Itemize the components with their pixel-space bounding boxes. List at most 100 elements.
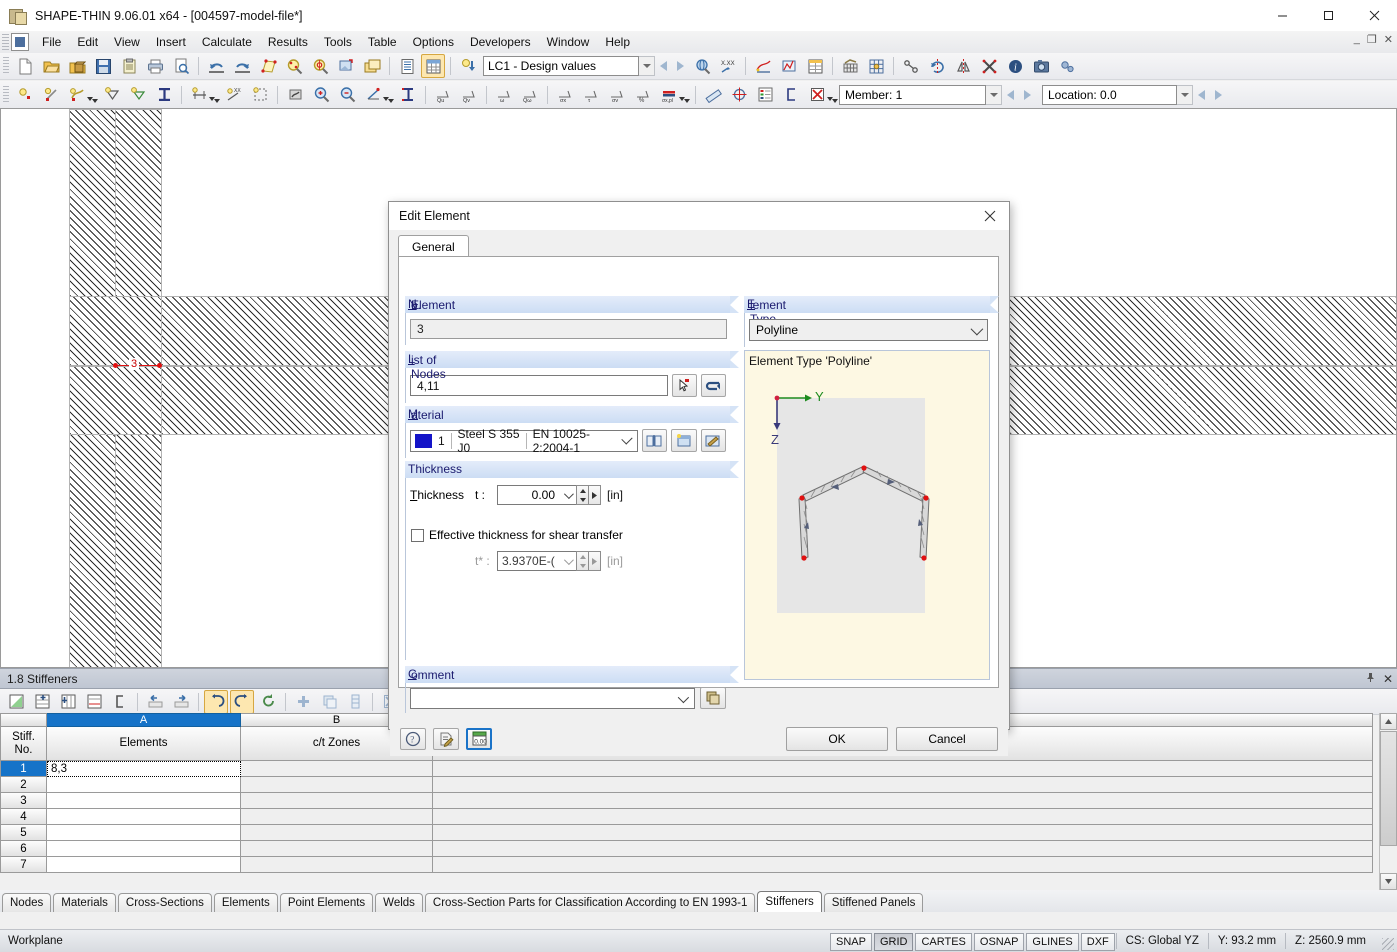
table-row[interactable]: 7 <box>0 857 1397 873</box>
tab-elements[interactable]: Elements <box>213 893 278 912</box>
table-row[interactable]: 3 <box>0 793 1397 809</box>
new-element-alt-icon[interactable] <box>126 83 150 107</box>
ok-button[interactable]: OK <box>786 726 888 751</box>
row-number[interactable]: 2 <box>0 777 47 793</box>
effective-thickness-more-button[interactable] <box>589 551 601 571</box>
stress-ratio-icon[interactable]: % <box>631 83 655 107</box>
cell-comment[interactable] <box>433 857 1373 873</box>
table-row[interactable]: 2 <box>0 777 1397 793</box>
stress-distribution-icon[interactable] <box>777 54 801 78</box>
legend-icon[interactable] <box>753 83 777 107</box>
edit-material-icon[interactable] <box>700 429 727 452</box>
tab-cross-section-parts[interactable]: Cross-Section Parts for Classification A… <box>424 893 756 912</box>
tab-welds[interactable]: Welds <box>375 893 423 912</box>
cell-elements[interactable] <box>47 857 241 873</box>
print-icon[interactable] <box>143 54 167 78</box>
grid-column-letter-a[interactable]: A <box>47 713 241 727</box>
thickness-up-arrow[interactable] <box>577 486 588 495</box>
menu-window[interactable]: Window <box>539 32 598 52</box>
comment-input[interactable] <box>410 687 695 709</box>
comment-dropdown-chevron-icon[interactable] <box>677 691 690 703</box>
settings-gears-icon[interactable] <box>1055 54 1079 78</box>
menu-help[interactable]: Help <box>597 32 638 52</box>
insert-row-icon[interactable] <box>30 690 54 714</box>
print-preview-icon[interactable] <box>169 54 193 78</box>
cell-ct-zones[interactable] <box>241 793 433 809</box>
document-icon[interactable] <box>11 33 29 51</box>
material-dropdown-chevron-icon[interactable] <box>621 433 634 445</box>
new-element-icon[interactable] <box>100 83 124 107</box>
duplicate-row-icon[interactable] <box>317 690 341 714</box>
material-library-icon[interactable] <box>641 429 668 452</box>
row-number[interactable]: 3 <box>0 793 47 809</box>
redo-table-icon[interactable] <box>230 689 254 714</box>
i-section-icon[interactable] <box>152 83 176 107</box>
new-polyline-dropdown[interactable] <box>90 81 99 109</box>
prev-load-case-icon[interactable] <box>655 56 672 76</box>
measure-dropdown[interactable] <box>386 81 395 109</box>
folder-window-icon[interactable] <box>360 54 384 78</box>
status-toggle-dxf[interactable]: DXF <box>1080 933 1115 951</box>
new-file-icon[interactable] <box>13 54 37 78</box>
location-prev-icon[interactable] <box>1193 85 1210 105</box>
secondary-toolbar-grip[interactable] <box>3 85 9 104</box>
effective-thickness-up-arrow[interactable] <box>577 552 588 561</box>
refresh-table-icon[interactable] <box>256 690 280 714</box>
thickness-more-button[interactable] <box>589 485 601 505</box>
row-number[interactable]: 4 <box>0 809 47 825</box>
table-results-icon[interactable] <box>803 54 827 78</box>
table-row[interactable]: 5 <box>0 825 1397 841</box>
status-toggle-snap[interactable]: SNAP <box>830 933 872 951</box>
open-package-icon[interactable] <box>65 54 89 78</box>
insert-column-icon[interactable] <box>56 690 80 714</box>
stress-sigma-x-icon[interactable]: σx <box>553 83 577 107</box>
menu-options[interactable]: Options <box>405 32 462 52</box>
new-polyline-icon[interactable] <box>65 83 93 107</box>
redo-icon[interactable] <box>230 54 254 78</box>
status-toggle-grid[interactable]: GRID <box>873 933 914 951</box>
zoom-target-icon[interactable] <box>308 54 332 78</box>
scroll-down-button[interactable] <box>1380 873 1397 890</box>
mirror-icon[interactable] <box>951 54 975 78</box>
bracket-icon[interactable] <box>779 83 803 107</box>
close-button[interactable] <box>1351 0 1397 31</box>
thickness-value[interactable]: 0.00 <box>497 485 559 505</box>
effective-thickness-value[interactable]: 3.9370E-( <box>497 551 559 571</box>
list-of-nodes-input[interactable]: 4,11 <box>410 375 668 396</box>
menu-edit[interactable]: Edit <box>69 32 106 52</box>
tab-point-elements[interactable]: Point Elements <box>279 893 374 912</box>
apply-selection-icon[interactable] <box>700 374 726 397</box>
tab-stiffened-panels[interactable]: Stiffened Panels <box>823 893 924 912</box>
pan-view-icon[interactable] <box>283 83 307 107</box>
move-right-icon[interactable] <box>169 690 193 714</box>
status-toggle-glines[interactable]: GLINES <box>1026 933 1079 951</box>
toolbar-grip[interactable] <box>3 57 9 75</box>
cell-elements[interactable] <box>47 825 241 841</box>
member-prev-icon[interactable] <box>1002 85 1019 105</box>
menu-calculate[interactable]: Calculate <box>194 32 260 52</box>
cell-ct-zones[interactable] <box>241 777 433 793</box>
row-number[interactable]: 1 <box>0 761 47 777</box>
element-type-combo[interactable]: Polyline <box>749 319 988 341</box>
member-next-icon[interactable] <box>1019 85 1036 105</box>
menu-tools[interactable]: Tools <box>316 32 360 52</box>
edit-shape-icon[interactable] <box>256 54 280 78</box>
cancel-button[interactable]: Cancel <box>896 726 998 751</box>
undo-icon[interactable] <box>204 54 228 78</box>
table-panel-close-icon[interactable]: ✕ <box>1379 672 1397 686</box>
tab-nodes[interactable]: Nodes <box>2 893 52 912</box>
menu-developers[interactable]: Developers <box>462 32 539 52</box>
load-case-dropdown-arrow[interactable] <box>639 56 655 76</box>
open-file-icon[interactable] <box>39 54 63 78</box>
row-number[interactable]: 5 <box>0 825 47 841</box>
element-no-input[interactable]: 3 <box>410 319 727 339</box>
tab-materials[interactable]: Materials <box>53 893 116 912</box>
pick-nodes-icon[interactable] <box>671 374 697 397</box>
resize-grip[interactable] <box>1382 938 1394 950</box>
numeric-values-icon[interactable]: X.XX <box>716 54 740 78</box>
dimension-icon[interactable] <box>187 83 215 107</box>
scrollbar-thumb[interactable] <box>1380 731 1397 846</box>
mdi-minimize-button[interactable]: _ <box>1354 33 1360 46</box>
next-load-case-icon[interactable] <box>672 56 689 76</box>
cross-delete-icon[interactable] <box>977 54 1001 78</box>
